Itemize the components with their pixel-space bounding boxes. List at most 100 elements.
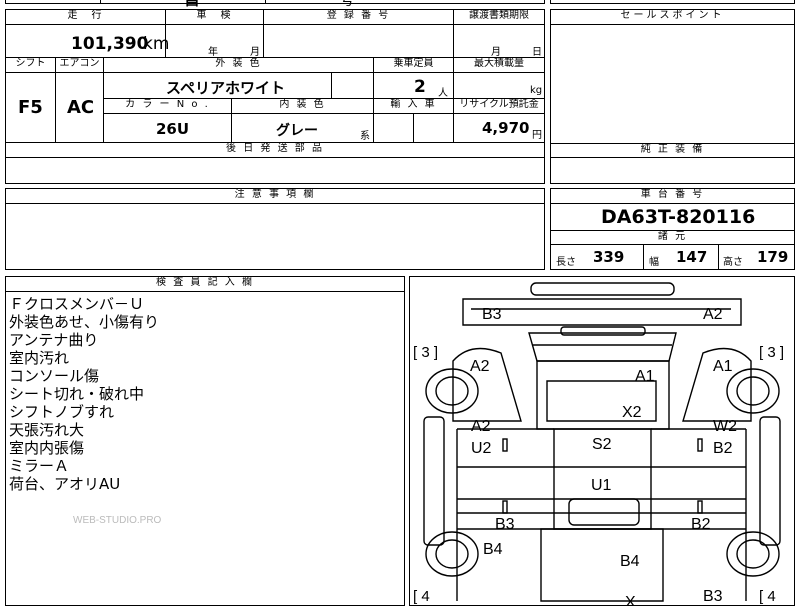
height-cell: 高さ 179 bbox=[719, 245, 794, 269]
mileage-cell: 101,390 km bbox=[6, 25, 169, 58]
color-no-cell: 26U bbox=[104, 114, 232, 143]
interior-color-header: 内 装 色 bbox=[232, 99, 374, 114]
chassis-number-cell: DA63T-820116 bbox=[551, 204, 794, 231]
inspector-notes: Ｆクロスメンバ－Ｕ 外装色あせ、小傷有り アンテナ曲り 室内汚れ コンソール傷 … bbox=[9, 295, 159, 493]
transfer-day: 日 bbox=[532, 47, 542, 58]
mark-a2-left-door: A2 bbox=[471, 418, 491, 435]
later-parts-cell bbox=[6, 158, 544, 183]
exterior-color-cell: スペリアホワイト bbox=[104, 73, 332, 99]
shift-cell: F5 bbox=[6, 73, 56, 143]
bracket-3-right: [ 3 ] bbox=[759, 344, 784, 361]
mark-b2-right-rear: B2 bbox=[691, 516, 711, 533]
mark-b4-left-bed: B4 bbox=[483, 541, 503, 558]
transfer-deadline-header: 譲渡書類期限 bbox=[454, 10, 544, 25]
inspector-line: 外装色あせ、小傷有り bbox=[9, 313, 160, 331]
bracket-3-left: [ 3 ] bbox=[413, 344, 438, 361]
inspector-box: 検 査 員 記 入 欄 Ｆクロスメンバ－Ｕ 外装色あせ、小傷有り アンテナ曲り … bbox=[5, 276, 405, 606]
inspector-line: 室内内張傷 bbox=[9, 439, 85, 457]
inspection-header: 車 検 bbox=[166, 10, 264, 25]
registration-cell bbox=[264, 25, 454, 58]
max-load-cell: kg bbox=[454, 73, 544, 99]
recycle-value: 4,970 bbox=[482, 119, 530, 137]
capacity-unit: 人 bbox=[438, 88, 448, 99]
height-value: 179 bbox=[757, 248, 789, 266]
mark-u1-center: U1 bbox=[591, 477, 612, 494]
spec-header: 諸 元 bbox=[551, 231, 794, 245]
recycle-header: リサイクル預託金 bbox=[454, 99, 544, 114]
sales-point-header: セールスポイント bbox=[551, 10, 794, 25]
mark-a2-left-fender: A2 bbox=[470, 358, 490, 375]
height-label: 高さ bbox=[723, 257, 743, 268]
inspector-line: ミラーＡ bbox=[9, 457, 70, 475]
inspection-cell: 年 月 bbox=[166, 25, 264, 58]
later-parts-header: 後 日 発 送 部 品 bbox=[6, 143, 544, 158]
mark-u2-left-door: U2 bbox=[471, 440, 492, 457]
mark-s2-center: S2 bbox=[592, 436, 612, 453]
recycle-unit: 円 bbox=[532, 130, 542, 141]
watermark: WEB-STUDIO.PRO bbox=[73, 515, 162, 526]
car-diagram: B3 A2 A2 A1 A1 X2 A2 W2 U2 S2 B2 U1 B3 B… bbox=[413, 282, 784, 606]
aircon-header: エアコン bbox=[56, 58, 104, 73]
inspector-line: シート切れ・破れ中 bbox=[9, 385, 145, 403]
color-no-header: カ ラ ー N o . bbox=[104, 99, 232, 114]
import-cell-1 bbox=[374, 114, 414, 143]
max-load-unit: kg bbox=[530, 85, 543, 96]
top-cut-row bbox=[5, 0, 545, 4]
import-header: 輸 入 車 bbox=[374, 99, 454, 114]
mark-a1-right-fender: A1 bbox=[713, 358, 733, 375]
chassis-header: 車 台 番 号 bbox=[551, 189, 794, 204]
width-cell: 幅 147 bbox=[644, 245, 719, 269]
mark-b4-bed: B4 bbox=[620, 553, 640, 570]
exterior-color-extra-cell bbox=[332, 73, 374, 99]
inspection-year: 年 bbox=[208, 47, 218, 58]
width-label: 幅 bbox=[649, 257, 659, 268]
interior-color-cell: グレー 系 bbox=[232, 114, 374, 143]
capacity-cell: 2 人 bbox=[374, 73, 454, 99]
inspector-header: 検 査 員 記 入 欄 bbox=[6, 277, 404, 292]
chassis-box: 車 台 番 号 DA63T-820116 諸 元 長さ 339 幅 147 高さ… bbox=[550, 188, 795, 270]
shift-value: F5 bbox=[18, 97, 43, 118]
recycle-cell: 4,970 円 bbox=[454, 114, 544, 143]
vehicle-info-table: 走 行 車 検 登 録 番 号 譲渡書類期限 101,390 km 年 月 月 … bbox=[5, 9, 545, 184]
transfer-month: 月 bbox=[491, 47, 501, 58]
inspector-line: 室内汚れ bbox=[9, 349, 70, 367]
mark-w2-right-door: W2 bbox=[713, 418, 737, 435]
chassis-number-value: DA63T-820116 bbox=[601, 206, 756, 228]
mark-a2-front-right: A2 bbox=[703, 306, 723, 323]
mark-b3-rear-right: B3 bbox=[703, 588, 723, 605]
inspector-line: 天張汚れ大 bbox=[9, 421, 85, 439]
length-value: 339 bbox=[593, 248, 625, 266]
bracket-4-right: [ 4 bbox=[759, 588, 776, 605]
inspector-line: 荷台、アオリAU bbox=[9, 475, 121, 493]
aircon-value: AC bbox=[67, 97, 95, 118]
exterior-color-value: スペリアホワイト bbox=[166, 79, 285, 97]
inspector-line: シフトノブすれ bbox=[9, 403, 115, 421]
registration-header: 登 録 番 号 bbox=[264, 10, 454, 25]
inspector-line: Ｆクロスメンバ－Ｕ bbox=[9, 295, 145, 313]
genuine-equipment-header: 純 正 装 備 bbox=[551, 143, 794, 158]
mark-b2-right-door: B2 bbox=[713, 440, 733, 457]
inspector-line: アンテナ曲り bbox=[9, 331, 99, 349]
notes-header: 注 意 事 項 欄 bbox=[6, 189, 544, 204]
color-no-value: 26U bbox=[156, 120, 190, 138]
interior-color-value: グレー bbox=[276, 123, 318, 139]
transfer-deadline-cell: 月 日 bbox=[454, 25, 544, 58]
mark-b3-front-left: B3 bbox=[482, 306, 502, 323]
aircon-cell: AC bbox=[56, 73, 104, 143]
damage-diagram-box: B3 A2 A2 A1 A1 X2 A2 W2 U2 S2 B2 U1 B3 B… bbox=[409, 276, 795, 606]
width-value: 147 bbox=[676, 248, 708, 266]
notes-box: 注 意 事 項 欄 bbox=[5, 188, 545, 270]
shift-header: シフト bbox=[6, 58, 56, 73]
inspection-month: 月 bbox=[250, 47, 260, 58]
mark-a1-roof: A1 bbox=[635, 368, 655, 385]
length-label: 長さ bbox=[556, 257, 576, 268]
sales-point-box: セールスポイント 純 正 装 備 bbox=[550, 9, 795, 184]
length-cell: 長さ 339 bbox=[551, 245, 644, 269]
import-cell-2 bbox=[414, 114, 454, 143]
mileage-value: 101,390 bbox=[71, 34, 149, 54]
top-cut-divider-2 bbox=[265, 0, 266, 4]
mark-x-rear: X bbox=[625, 594, 636, 606]
top-cut-divider-1 bbox=[100, 0, 101, 4]
mark-b3-left-rear: B3 bbox=[495, 516, 515, 533]
mark-x2-roof: X2 bbox=[622, 404, 642, 421]
